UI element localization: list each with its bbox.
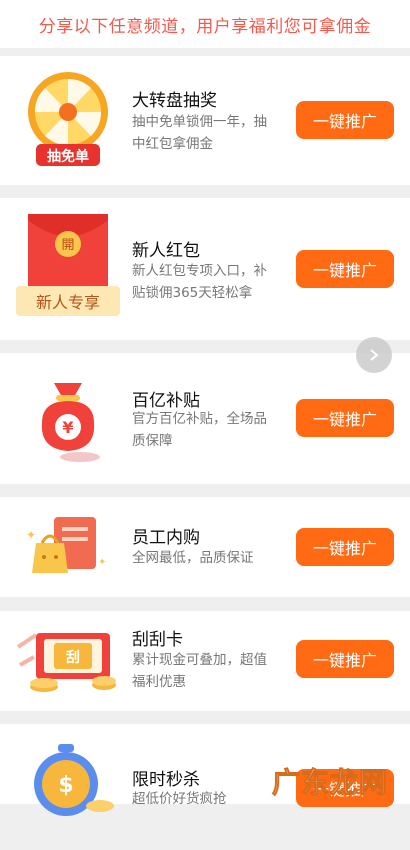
card-title: 限时秒杀 bbox=[132, 770, 200, 790]
channel-card-scratch-card[interactable]: 刮 刮刮卡 累计现金可叠加，超值福利优惠 一键推广 bbox=[0, 611, 410, 711]
promote-button[interactable]: 一键推广 bbox=[296, 101, 394, 139]
scroll-next-button[interactable] bbox=[356, 337, 392, 373]
wheel-badge-text: 抽免单 bbox=[47, 148, 89, 165]
card-desc: 官方百亿补贴，全场品质保障 bbox=[132, 411, 267, 449]
card-desc: 抽中免单锁佣一年，抽中红包拿佣金 bbox=[132, 114, 267, 152]
banner-text: 分享以下任意频道，用户享福利您可拿佣金 bbox=[38, 16, 372, 37]
channel-card-lucky-wheel[interactable]: 抽免单 大转盘抽奖 抽中免单锁佣一年，抽中红包拿佣金 一键推广 bbox=[0, 56, 410, 185]
watermark-text: 广东龙网 bbox=[271, 766, 389, 800]
card-title: 大转盘抽奖 bbox=[132, 91, 217, 111]
envelope-badge-text: 新人专享 bbox=[36, 293, 100, 312]
card-desc: 超低价好货疯抢 bbox=[132, 791, 227, 807]
svg-text:✦: ✦ bbox=[98, 557, 106, 568]
bag-char: ¥ bbox=[62, 418, 73, 437]
card-title: 新人红包 bbox=[132, 241, 200, 261]
prize-wheel-icon: 抽免单 bbox=[28, 72, 108, 166]
header-banner: 分享以下任意频道，用户享福利您可拿佣金 bbox=[0, 0, 410, 48]
card-desc: 新人红包专项入口，补贴锁佣365天轻松拿 bbox=[132, 263, 267, 301]
promote-button[interactable]: 一键推广 bbox=[296, 528, 394, 566]
chevron-right-icon bbox=[370, 349, 379, 361]
shopping-bag-icon: ✦ ✦ bbox=[26, 517, 106, 573]
watermark: 广东龙网 bbox=[271, 757, 404, 800]
promote-button[interactable]: 一键推广 bbox=[296, 250, 394, 288]
channel-card-employee-purchase[interactable]: ✦ ✦ 员工内购 全网最低，品质保证 一键推广 bbox=[0, 497, 410, 597]
card-title: 刮刮卡 bbox=[132, 630, 183, 650]
red-envelope-icon: 開 新人专享 bbox=[16, 214, 120, 316]
envelope-char: 開 bbox=[61, 238, 74, 253]
money-bag-icon: ¥ bbox=[41, 383, 100, 462]
promote-button[interactable]: 一键推广 bbox=[296, 640, 394, 678]
card-desc: 累计现金可叠加，超值福利优惠 bbox=[132, 652, 267, 690]
channel-card-subsidy[interactable]: ¥ 百亿补贴 官方百亿补贴，全场品质保障 一键推广 bbox=[0, 353, 410, 484]
card-title: 员工内购 bbox=[132, 528, 200, 548]
scratch-card-icon: 刮 bbox=[16, 633, 116, 692]
channel-card-new-user-redpacket[interactable]: 開 新人专享 新人红包 新人红包专项入口，补贴锁佣365天轻松拿 一键推广 bbox=[0, 198, 410, 340]
stopwatch-coin-icon: $ bbox=[34, 744, 114, 816]
card-char: 刮 bbox=[66, 649, 80, 666]
coin-char: $ bbox=[58, 773, 73, 798]
svg-text:✦: ✦ bbox=[26, 528, 36, 542]
card-desc: 全网最低，品质保证 bbox=[132, 550, 254, 566]
promote-button[interactable]: 一键推广 bbox=[296, 399, 394, 437]
